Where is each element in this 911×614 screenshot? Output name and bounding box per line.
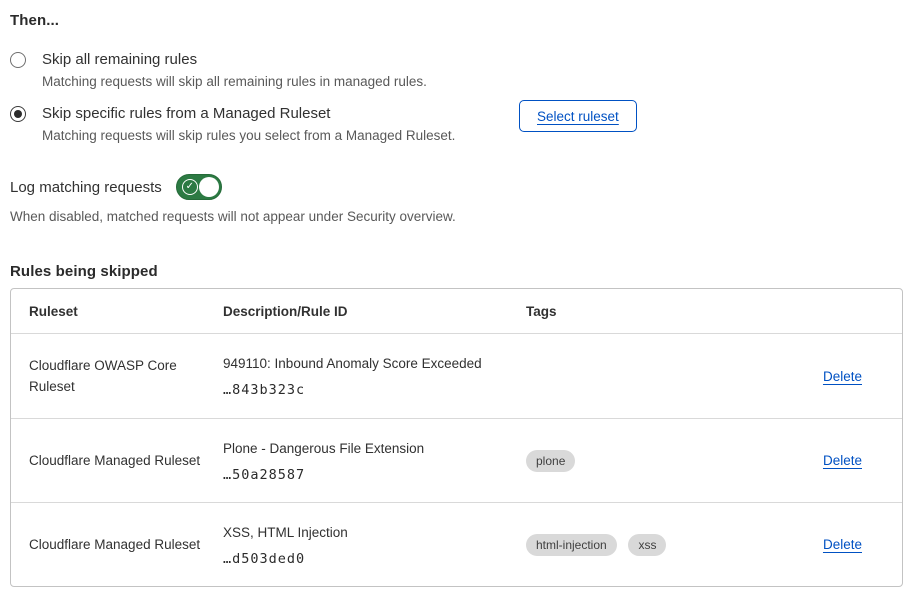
select-ruleset-button[interactable]: Select ruleset: [519, 100, 637, 132]
column-header-description-rule-id: Description/Rule ID: [223, 289, 526, 334]
delete-link[interactable]: Delete: [823, 453, 862, 468]
skip-options-group: Skip all remaining rules Matching reques…: [10, 49, 901, 146]
column-header-tags: Tags: [526, 289, 756, 334]
option-text: Skip specific rules from a Managed Rules…: [42, 103, 455, 146]
tag-badge: html-injection: [526, 534, 617, 556]
description-cell: 949110: Inbound Anomaly Score Exceeded ……: [223, 334, 526, 418]
tags-cell: html-injection xss: [526, 502, 756, 586]
table-row: Cloudflare Managed Ruleset Plone - Dange…: [11, 418, 902, 502]
ruleset-cell: Cloudflare Managed Ruleset: [11, 418, 223, 502]
ruleset-cell: Cloudflare OWASP Core Ruleset: [11, 334, 223, 418]
delete-link[interactable]: Delete: [823, 537, 862, 552]
skip-specific-description: Matching requests will skip rules you se…: [42, 126, 455, 146]
table-row: Cloudflare OWASP Core Ruleset 949110: In…: [11, 334, 902, 418]
rule-description: Plone - Dangerous File Extension: [223, 439, 526, 458]
log-matching-requests-row: Log matching requests ✓: [10, 174, 901, 200]
action-cell: Delete: [756, 502, 902, 586]
option-skip-specific-rules: Skip specific rules from a Managed Rules…: [10, 103, 901, 146]
rules-being-skipped-heading: Rules being skipped: [10, 263, 901, 280]
then-heading: Then...: [10, 12, 901, 29]
description-cell: Plone - Dangerous File Extension …50a285…: [223, 418, 526, 502]
description-cell: XSS, HTML Injection …d503ded0: [223, 502, 526, 586]
skip-specific-label[interactable]: Skip specific rules from a Managed Rules…: [42, 103, 455, 124]
table-header-row: Ruleset Description/Rule ID Tags: [11, 289, 902, 334]
action-cell: Delete: [756, 334, 902, 418]
action-cell: Delete: [756, 418, 902, 502]
rule-id: …50a28587: [223, 467, 526, 483]
toggle-knob: [199, 177, 219, 197]
rules-being-skipped-table: Ruleset Description/Rule ID Tags Cloudfl…: [10, 288, 903, 587]
tags-cell: [526, 334, 756, 418]
option-text: Skip all remaining rules Matching reques…: [42, 49, 427, 92]
rule-description: XSS, HTML Injection: [223, 523, 526, 542]
skip-all-radio[interactable]: [10, 52, 26, 68]
column-header-ruleset: Ruleset: [11, 289, 223, 334]
delete-link[interactable]: Delete: [823, 369, 862, 384]
option-skip-all-remaining-rules: Skip all remaining rules Matching reques…: [10, 49, 901, 92]
ruleset-cell: Cloudflare Managed Ruleset: [11, 502, 223, 586]
skip-specific-radio[interactable]: [10, 106, 26, 122]
table-row: Cloudflare Managed Ruleset XSS, HTML Inj…: [11, 502, 902, 586]
rule-id: …d503ded0: [223, 551, 526, 567]
log-matching-requests-toggle[interactable]: ✓: [176, 174, 222, 200]
waf-rule-configuration-page: Then... Skip all remaining rules Matchin…: [0, 0, 911, 587]
log-matching-requests-label: Log matching requests: [10, 179, 162, 196]
skip-all-description: Matching requests will skip all remainin…: [42, 72, 427, 92]
skip-all-label[interactable]: Skip all remaining rules: [42, 49, 427, 70]
rule-id: …843b323c: [223, 382, 526, 398]
rules-table-container: Ruleset Description/Rule ID Tags Cloudfl…: [10, 288, 901, 587]
tag-badge: plone: [526, 450, 575, 472]
check-icon: ✓: [182, 179, 198, 195]
tags-cell: plone: [526, 418, 756, 502]
log-toggle-help-text: When disabled, matched requests will not…: [10, 207, 901, 227]
tag-badge: xss: [628, 534, 666, 556]
column-header-actions: [756, 289, 902, 334]
rule-description: 949110: Inbound Anomaly Score Exceeded: [223, 354, 526, 373]
